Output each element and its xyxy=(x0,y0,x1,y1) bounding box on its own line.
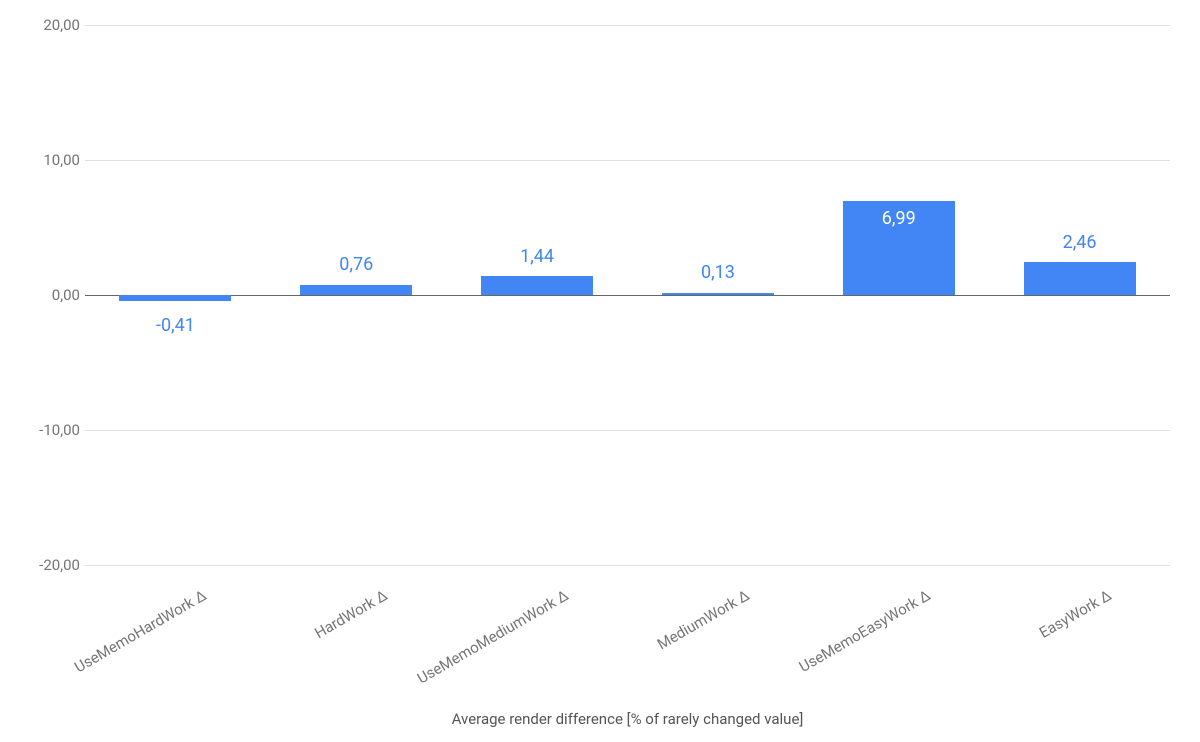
gridline xyxy=(85,565,1170,566)
bar-value-label: 1,44 xyxy=(520,246,554,267)
bar-slot: 0,13 xyxy=(628,25,809,565)
bar xyxy=(662,293,774,295)
bar xyxy=(119,295,231,301)
x-tick-label: UseMemoHardWork Δ xyxy=(45,586,210,692)
x-tick-label: HardWork Δ xyxy=(226,586,391,692)
bar-slot: 2,46 xyxy=(989,25,1170,565)
bar xyxy=(481,276,593,295)
y-tick-label: -20,00 xyxy=(10,556,80,574)
x-tick-label: UseMemoMediumWork Δ xyxy=(407,586,572,692)
x-tick-label: MediumWork Δ xyxy=(588,586,753,692)
bar-value-label: 2,46 xyxy=(1063,232,1097,253)
y-tick-label: 0,00 xyxy=(10,286,80,304)
bars-container: -0,41 0,76 1,44 0,13 6,99 xyxy=(85,25,1170,565)
bar-slot: 6,99 xyxy=(808,25,989,565)
y-tick-label: 10,00 xyxy=(10,151,80,169)
y-tick-label: 20,00 xyxy=(10,16,80,34)
x-tick-label: UseMemoEasyWork Δ xyxy=(768,586,933,692)
bar-value-label: 6,99 xyxy=(882,208,916,229)
bar xyxy=(1024,262,1136,295)
bar xyxy=(300,285,412,295)
bar-value-label: -0,41 xyxy=(156,315,195,336)
y-tick-label: -10,00 xyxy=(10,421,80,439)
x-axis-label: Average render difference [% of rarely c… xyxy=(85,710,1170,728)
bar-chart: 20,00 10,00 0,00 -10,00 -20,00 -0,41 0,7… xyxy=(0,0,1200,742)
plot-area: -0,41 0,76 1,44 0,13 6,99 xyxy=(85,25,1170,565)
bar-slot: -0,41 xyxy=(85,25,266,565)
bar-slot: 1,44 xyxy=(447,25,628,565)
x-tick-label: EasyWork Δ xyxy=(949,586,1114,692)
bar-slot: 0,76 xyxy=(266,25,447,565)
bar-value-label: 0,76 xyxy=(339,254,373,275)
bar-value-label: 0,13 xyxy=(701,262,735,283)
